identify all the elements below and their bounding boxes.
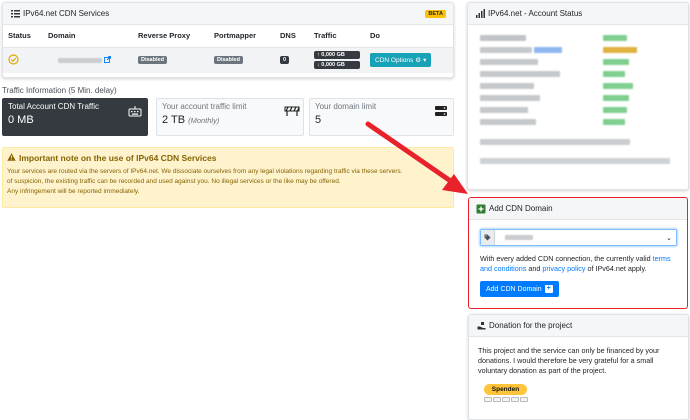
- traffic-cell: ↑ 0,000 GB ↓ 0,000 GB: [309, 47, 365, 73]
- column-dns: DNS: [275, 25, 309, 48]
- gear-icon: ⚙: [415, 57, 422, 65]
- blurred-row: [480, 119, 536, 125]
- domain-cell[interactable]: [43, 47, 133, 73]
- cdn-terms-text: With every added CDN connection, the cur…: [480, 254, 683, 274]
- card-logo-icon: [511, 397, 519, 402]
- tag-icon: [481, 230, 495, 245]
- domain-blurred: [58, 57, 102, 63]
- payment-methods: [484, 397, 528, 402]
- add-cdn-domain-card: Add CDN Domain ⌄ With every added CDN co…: [468, 197, 688, 309]
- account-status-card: IPv64.net - Account Status: [467, 2, 689, 190]
- blurred-row: [480, 47, 532, 53]
- traffic-down-badge: ↓ 0,000 GB: [314, 61, 360, 70]
- add-cdn-domain-button-label: Add CDN Domain: [486, 285, 542, 293]
- blurred-value: [603, 119, 625, 125]
- card-logo-icon: [502, 397, 510, 402]
- traffic-up-badge: ↑ 0,000 GB: [314, 51, 360, 60]
- cdn-terms-text-after: of IPv64.net apply.: [585, 264, 647, 273]
- account-status-title: IPv64.net - Account Status: [488, 9, 583, 18]
- status-cell: [3, 47, 43, 73]
- selected-domain-blurred: [505, 235, 533, 240]
- paypal-donate-button[interactable]: Spenden: [484, 384, 527, 395]
- cdn-services-title: IPv64.net CDN Services: [23, 9, 110, 18]
- blurred-row: [480, 35, 526, 41]
- dns-cell: 0: [275, 47, 309, 73]
- column-domain: Domain: [43, 25, 133, 48]
- cdn-terms-text-and: and: [526, 264, 543, 273]
- blurred-value: [603, 59, 629, 65]
- column-traffic: Traffic: [309, 25, 365, 48]
- portmapper-cell: Disabled: [209, 47, 275, 73]
- column-do: Do: [365, 25, 453, 48]
- card-logo-icon: [493, 397, 501, 402]
- blurred-value: [603, 107, 627, 113]
- road-barrier-icon: [284, 105, 300, 117]
- donation-title: Donation for the project: [489, 321, 573, 330]
- list-icon: [10, 9, 20, 19]
- traffic-limit-value-row: 2 TB (Monthly): [162, 114, 298, 126]
- add-cdn-domain-button[interactable]: Add CDN Domain +: [480, 281, 559, 297]
- blurred-value: [603, 71, 625, 77]
- domain-select[interactable]: ⌄: [480, 229, 677, 246]
- blurred-value: [603, 35, 627, 41]
- blurred-row: [480, 71, 560, 77]
- total-traffic-label: Total Account CDN Traffic: [8, 102, 99, 111]
- privacy-policy-link[interactable]: privacy policy: [542, 264, 585, 273]
- chevron-down-icon: ⌄: [666, 234, 672, 242]
- account-traffic-limit-tile: Your account traffic limit 2 TB (Monthly…: [156, 98, 304, 136]
- blurred-row: [480, 95, 540, 101]
- cdn-options-button[interactable]: CDN Options ⚙ ▾: [370, 53, 432, 68]
- cdn-services-card: IPv64.net CDN Services BETA Status Domai…: [2, 2, 454, 78]
- blurred-value: [603, 83, 633, 89]
- blurred-value: [603, 47, 637, 53]
- donate-icon: [476, 321, 486, 331]
- add-cdn-domain-header: Add CDN Domain: [469, 198, 687, 220]
- donation-card: Donation for the project This project an…: [468, 314, 689, 420]
- keyboard-icon: [128, 105, 142, 117]
- beta-badge: BETA: [425, 9, 446, 18]
- external-link-icon[interactable]: [104, 55, 111, 65]
- card-logo-icon: [520, 397, 528, 402]
- dns-count-badge: 0: [280, 56, 290, 65]
- blurred-row: [480, 158, 670, 164]
- traffic-limit-unit: (Monthly): [188, 116, 220, 125]
- donation-header: Donation for the project: [469, 315, 688, 337]
- reverse-proxy-badge: Disabled: [138, 56, 167, 65]
- blurred-row: [480, 139, 630, 145]
- portmapper-badge: Disabled: [214, 56, 243, 65]
- caret-down-icon: ▾: [423, 57, 427, 65]
- plus-icon: +: [544, 285, 553, 293]
- blurred-value: [603, 95, 629, 101]
- red-arrow-annotation: [365, 121, 468, 194]
- table-row: Disabled Disabled 0 ↑ 0,000 GB ↓ 0,000 G…: [3, 47, 453, 73]
- blurred-row: [480, 59, 538, 65]
- donation-text: This project and the service can only be…: [478, 346, 660, 375]
- traffic-info-title: Traffic Information (5 Min. delay): [2, 86, 117, 95]
- services-table: Status Domain Reverse Proxy Portmapper D…: [3, 25, 453, 73]
- blurred-row: [480, 107, 528, 113]
- total-traffic-value: 0 MB: [8, 114, 34, 126]
- cdn-terms-text-before: With every added CDN connection, the cur…: [480, 254, 653, 263]
- column-reverse-proxy: Reverse Proxy: [133, 25, 209, 48]
- column-status: Status: [3, 25, 43, 48]
- account-status-header: IPv64.net - Account Status: [468, 3, 688, 25]
- cdn-options-label: CDN Options: [375, 56, 414, 64]
- reverse-proxy-cell: Disabled: [133, 47, 209, 73]
- add-cdn-domain-title: Add CDN Domain: [489, 204, 553, 213]
- cdn-services-header: IPv64.net CDN Services BETA: [3, 3, 453, 25]
- important-note-title: Important note on the use of IPv64 CDN S…: [19, 153, 217, 163]
- action-cell: CDN Options ⚙ ▾: [365, 47, 453, 73]
- warning-triangle-icon: [7, 153, 16, 163]
- traffic-limit-label: Your account traffic limit: [162, 102, 247, 111]
- check-circle-icon: [8, 54, 19, 67]
- card-logo-icon: [484, 397, 492, 402]
- signal-bars-icon: [475, 9, 485, 19]
- traffic-limit-value: 2 TB: [162, 114, 186, 126]
- total-traffic-tile: Total Account CDN Traffic 0 MB: [2, 98, 148, 136]
- column-portmapper: Portmapper: [209, 25, 275, 48]
- blurred-value: [534, 47, 562, 53]
- blurred-row: [480, 83, 534, 89]
